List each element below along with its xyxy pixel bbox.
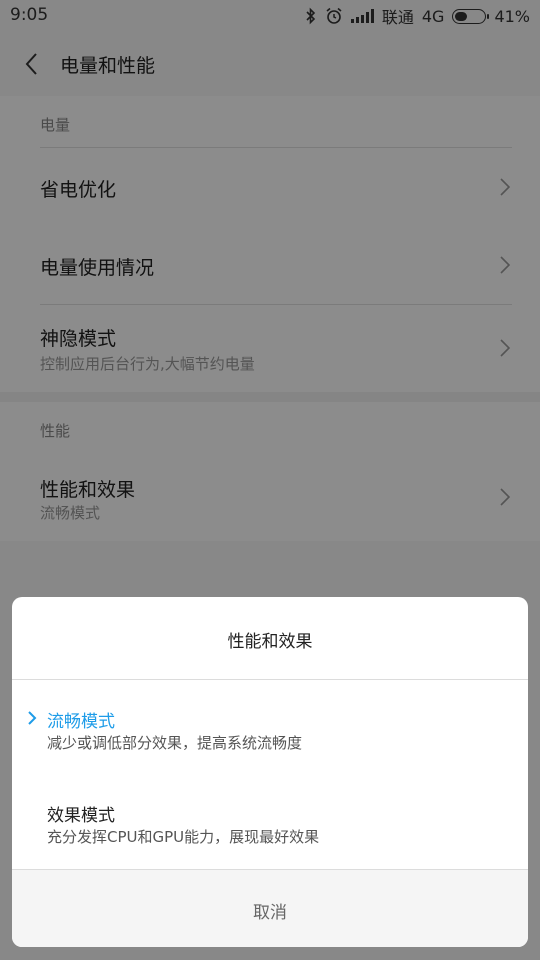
performance-dialog: 性能和效果 流畅模式 减少或调低部分效果，提高系统流畅度 效果模式 充分发挥CP… — [12, 597, 528, 947]
option-description: 减少或调低部分效果，提高系统流畅度 — [47, 734, 303, 752]
cancel-button[interactable]: 取消 — [12, 870, 528, 947]
cancel-label: 取消 — [253, 903, 287, 923]
selected-chevron-icon — [28, 711, 37, 725]
option-description: 充分发挥CPU和GPU能力，展现最好效果 — [47, 828, 320, 846]
dialog-title: 性能和效果 — [227, 632, 313, 652]
option-label: 效果模式 — [47, 806, 115, 826]
option-smooth-mode[interactable]: 流畅模式 减少或调低部分效果，提高系统流畅度 — [12, 697, 528, 791]
option-label: 流畅模式 — [47, 712, 115, 732]
divider — [12, 679, 528, 680]
